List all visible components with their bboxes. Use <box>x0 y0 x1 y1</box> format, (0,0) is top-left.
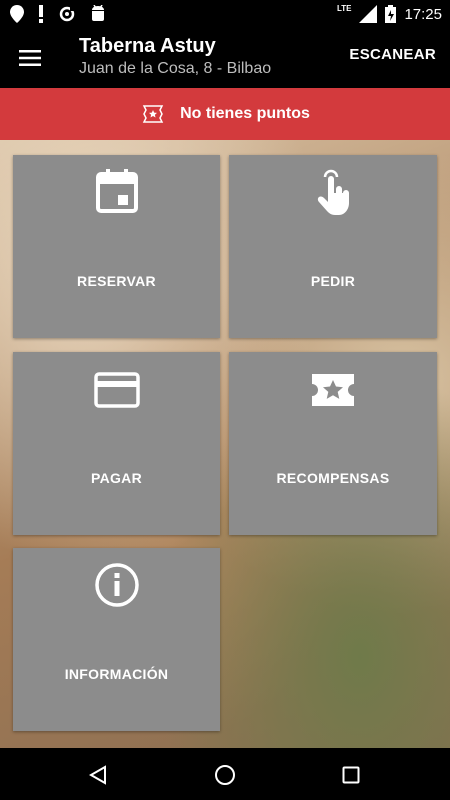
status-left-icons <box>10 4 106 24</box>
ticket-star-icon <box>312 374 354 406</box>
location-icon <box>10 5 24 23</box>
hamburger-icon <box>19 50 41 66</box>
touch-icon <box>317 169 349 215</box>
scan-button[interactable]: ESCANEAR <box>349 46 436 63</box>
informacion-label: INFORMACIÓN <box>64 666 169 682</box>
informacion-tile[interactable]: INFORMACIÓN <box>13 548 220 731</box>
pedir-tile[interactable]: PEDIR <box>229 155 437 338</box>
recents-button[interactable] <box>334 758 368 792</box>
reservar-tile[interactable]: RESERVAR <box>13 155 220 338</box>
page-title: Taberna Astuy <box>79 35 216 57</box>
recompensas-label: RECOMPENSAS <box>276 470 390 486</box>
calendar-icon <box>95 169 138 213</box>
back-button[interactable] <box>81 758 115 792</box>
main-content: RESERVAR PEDIR PAGAR RECOMPENSAS INFORMA… <box>0 140 450 748</box>
network-type-label: LTE <box>336 3 352 13</box>
sync-icon <box>59 6 75 22</box>
home-circle-icon <box>215 765 235 785</box>
alert-icon <box>39 5 43 23</box>
reservar-label: RESERVAR <box>77 273 156 289</box>
pagar-label: PAGAR <box>90 470 143 486</box>
back-triangle-icon <box>88 765 106 785</box>
info-icon <box>94 563 139 607</box>
menu-button[interactable] <box>14 42 46 74</box>
battery-icon <box>385 5 397 23</box>
pagar-tile[interactable]: PAGAR <box>13 352 220 535</box>
recompensas-tile[interactable]: RECOMPENSAS <box>229 352 437 535</box>
title-block: Taberna Astuy Juan de la Cosa, 8 - Bilba… <box>79 34 271 80</box>
page-subtitle: Juan de la Cosa, 8 - Bilbao <box>79 60 272 77</box>
status-bar: LTE 17:25 <box>0 0 450 28</box>
pedir-label: PEDIR <box>310 273 356 289</box>
recents-square-icon <box>342 766 360 784</box>
status-time: 17:25 <box>404 5 442 23</box>
home-button[interactable] <box>208 758 242 792</box>
android-icon <box>92 5 104 21</box>
signal-icon <box>359 5 378 23</box>
badge-star-icon <box>142 105 164 123</box>
credit-card-icon <box>93 372 140 408</box>
navigation-bar <box>0 748 450 800</box>
points-text: No tienes puntos <box>180 105 310 122</box>
status-right-icons: LTE 17:25 <box>337 4 442 24</box>
app-bar: Taberna Astuy Juan de la Cosa, 8 - Bilba… <box>0 28 450 88</box>
points-banner[interactable]: No tienes puntos <box>0 88 450 140</box>
